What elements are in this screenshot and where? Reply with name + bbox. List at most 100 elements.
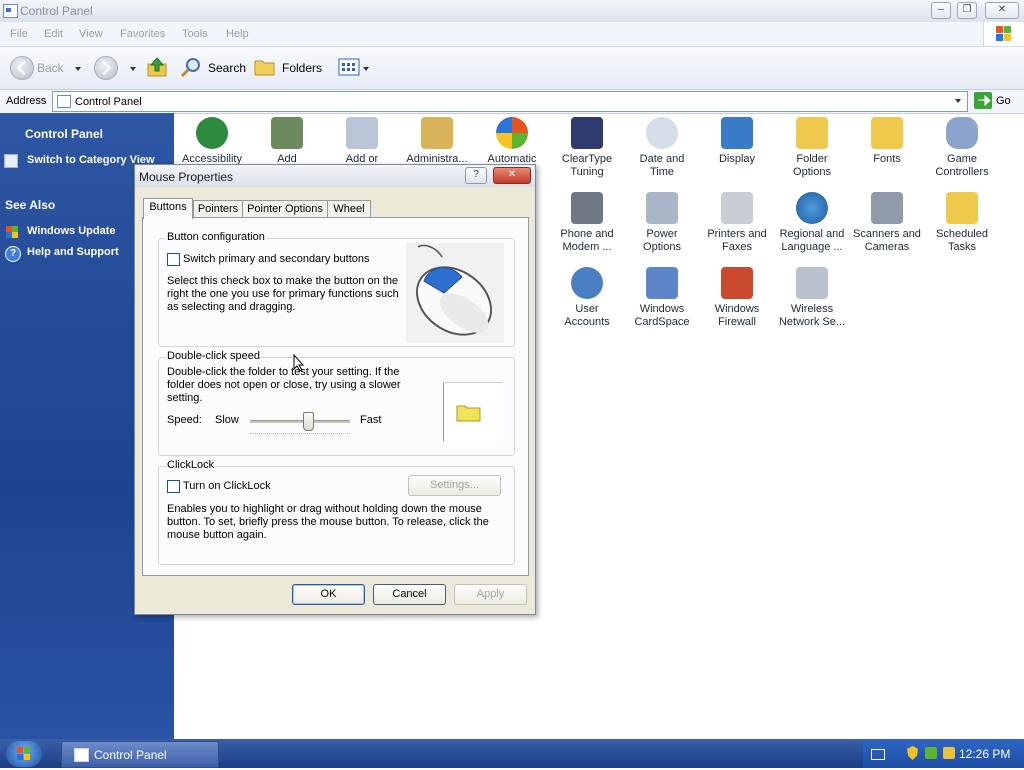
tab-buttons[interactable]: Buttons: [143, 198, 193, 219]
double-click-title: Double-click speed: [166, 350, 261, 362]
taskbar-control-panel-button[interactable]: Control Panel: [61, 741, 219, 768]
address-dropdown-icon[interactable]: [955, 99, 961, 103]
security-shield-icon[interactable]: [907, 746, 918, 760]
switch-buttons-checkbox[interactable]: [167, 253, 180, 266]
forward-arrow-icon[interactable]: [94, 56, 118, 80]
accessibility-item[interactable]: Accessibility: [175, 117, 249, 166]
help-icon[interactable]: ?: [5, 246, 21, 262]
user-accounts-item[interactable]: User Accounts: [550, 267, 624, 329]
clicklock-settings-button[interactable]: Settings...: [408, 475, 501, 496]
fonts-item[interactable]: Fonts: [850, 117, 924, 166]
tab-panel: Button configuration Switch primary and …: [142, 217, 529, 576]
apply-button[interactable]: Apply: [454, 584, 527, 605]
display-icon: [721, 117, 753, 149]
mouse-properties-dialog: Mouse Properties ? ✕ Buttons Pointers Po…: [134, 164, 536, 615]
network-icon[interactable]: [925, 747, 937, 759]
tab-pointer-options[interactable]: Pointer Options: [242, 200, 328, 218]
tab-wheel[interactable]: Wheel: [327, 200, 371, 218]
printers-faxes-item[interactable]: Printers and Faxes: [700, 192, 774, 254]
clicklock-checkbox[interactable]: [167, 480, 180, 493]
start-button[interactable]: [6, 741, 42, 767]
address-label: Address: [6, 95, 47, 107]
cleartype-item[interactable]: ClearType Tuning: [550, 117, 624, 179]
regional-language-item[interactable]: Regional and Language ...: [775, 192, 849, 254]
taskbar-task-label: Control Panel: [94, 748, 167, 762]
test-folder-area[interactable]: [443, 382, 502, 441]
date-time-item[interactable]: Date and Time: [625, 117, 699, 179]
game-controllers-item[interactable]: Game Controllers: [925, 117, 999, 179]
scanners-cameras-item[interactable]: Scanners and Cameras: [850, 192, 924, 254]
go-arrow-icon[interactable]: [974, 92, 992, 109]
back-arrow-icon[interactable]: [10, 56, 34, 80]
windows-update-icon[interactable]: [5, 225, 19, 239]
cancel-button[interactable]: Cancel: [373, 584, 446, 605]
windows-logo-icon: [983, 22, 1024, 46]
minimize-button[interactable]: –: [931, 2, 951, 19]
administrative-tools-item[interactable]: Administra...: [400, 117, 474, 166]
add-hardware-item[interactable]: Add: [250, 117, 324, 166]
tab-pointers[interactable]: Pointers: [193, 200, 243, 218]
button-config-desc-2: right the one you use for primary functi…: [167, 288, 399, 300]
restore-button[interactable]: ❐: [957, 2, 977, 19]
add-remove-programs-item[interactable]: Add or: [325, 117, 399, 166]
dialog-title-bar[interactable]: Mouse Properties ? ✕: [135, 165, 535, 187]
volume-icon[interactable]: [943, 747, 955, 759]
see-also-heading: See Also: [5, 198, 56, 212]
views-icon[interactable]: [338, 58, 360, 76]
speed-slider-thumb[interactable]: [303, 412, 314, 431]
firewall-item[interactable]: Windows Firewall: [700, 267, 774, 329]
menu-file[interactable]: File: [10, 28, 28, 40]
firewall-icon: [721, 267, 753, 299]
folders-icon[interactable]: [254, 57, 276, 77]
scheduled-tasks-item[interactable]: Scheduled Tasks: [925, 192, 999, 254]
switch-view-icon[interactable]: [4, 154, 18, 168]
task-pane-title: Control Panel: [25, 127, 104, 141]
views-dropdown-icon[interactable]: [363, 67, 369, 71]
wireless-icon: [796, 267, 828, 299]
help-button[interactable]: ?: [465, 167, 487, 184]
dialog-close-button[interactable]: ✕: [493, 167, 531, 184]
cardspace-item[interactable]: Windows CardSpace: [625, 267, 699, 329]
phone-modem-item[interactable]: Phone and Modem ...: [550, 192, 624, 254]
address-value: Control Panel: [75, 96, 142, 108]
mouse-image-icon: [406, 243, 504, 343]
power-options-item[interactable]: Power Options: [625, 192, 699, 254]
menu-favorites[interactable]: Favorites: [120, 28, 165, 40]
clock[interactable]: 12:26 PM: [959, 747, 1010, 761]
automatic-updates-icon: [496, 117, 528, 149]
display-item[interactable]: Display: [700, 117, 774, 166]
switch-buttons-label[interactable]: Switch primary and secondary buttons: [183, 253, 369, 266]
accessibility-icon: [196, 117, 228, 149]
forward-dropdown-icon[interactable]: [130, 67, 136, 71]
folder-options-item[interactable]: Folder Options: [775, 117, 849, 179]
button-config-title: Button configuration: [166, 231, 266, 243]
up-folder-icon[interactable]: [146, 56, 168, 78]
menu-edit[interactable]: Edit: [44, 28, 63, 40]
add-remove-programs-icon: [346, 117, 378, 149]
menu-view[interactable]: View: [79, 28, 103, 40]
speed-slider-track[interactable]: [250, 420, 350, 423]
back-button-label[interactable]: Back: [37, 61, 64, 75]
menu-help[interactable]: Help: [226, 28, 249, 40]
clicklock-label[interactable]: Turn on ClickLock: [183, 480, 271, 493]
search-icon[interactable]: [180, 56, 202, 78]
fast-label: Fast: [360, 414, 382, 426]
back-dropdown-icon[interactable]: [75, 67, 81, 71]
printers-icon: [721, 192, 753, 224]
ok-button[interactable]: OK: [292, 584, 365, 605]
test-folder-icon[interactable]: [456, 403, 482, 423]
windows-update-link[interactable]: Windows Update: [27, 225, 116, 237]
go-label[interactable]: Go: [996, 95, 1011, 107]
clicklock-title: ClickLock: [166, 459, 216, 471]
close-button[interactable]: ✕: [985, 2, 1019, 19]
button-config-desc-1: Select this check box to make the button…: [167, 275, 399, 287]
search-button-label[interactable]: Search: [208, 61, 246, 75]
menu-tools[interactable]: Tools: [182, 28, 208, 40]
wireless-network-item[interactable]: Wireless Network Se...: [775, 267, 849, 329]
keyboard-icon[interactable]: [871, 749, 885, 760]
clicklock-desc-1: Enables you to highlight or drag without…: [167, 503, 482, 515]
folders-button-label[interactable]: Folders: [282, 61, 322, 75]
help-support-link[interactable]: Help and Support: [27, 246, 119, 258]
automatic-updates-item[interactable]: Automatic: [475, 117, 549, 166]
address-input[interactable]: Control Panel: [52, 91, 968, 112]
